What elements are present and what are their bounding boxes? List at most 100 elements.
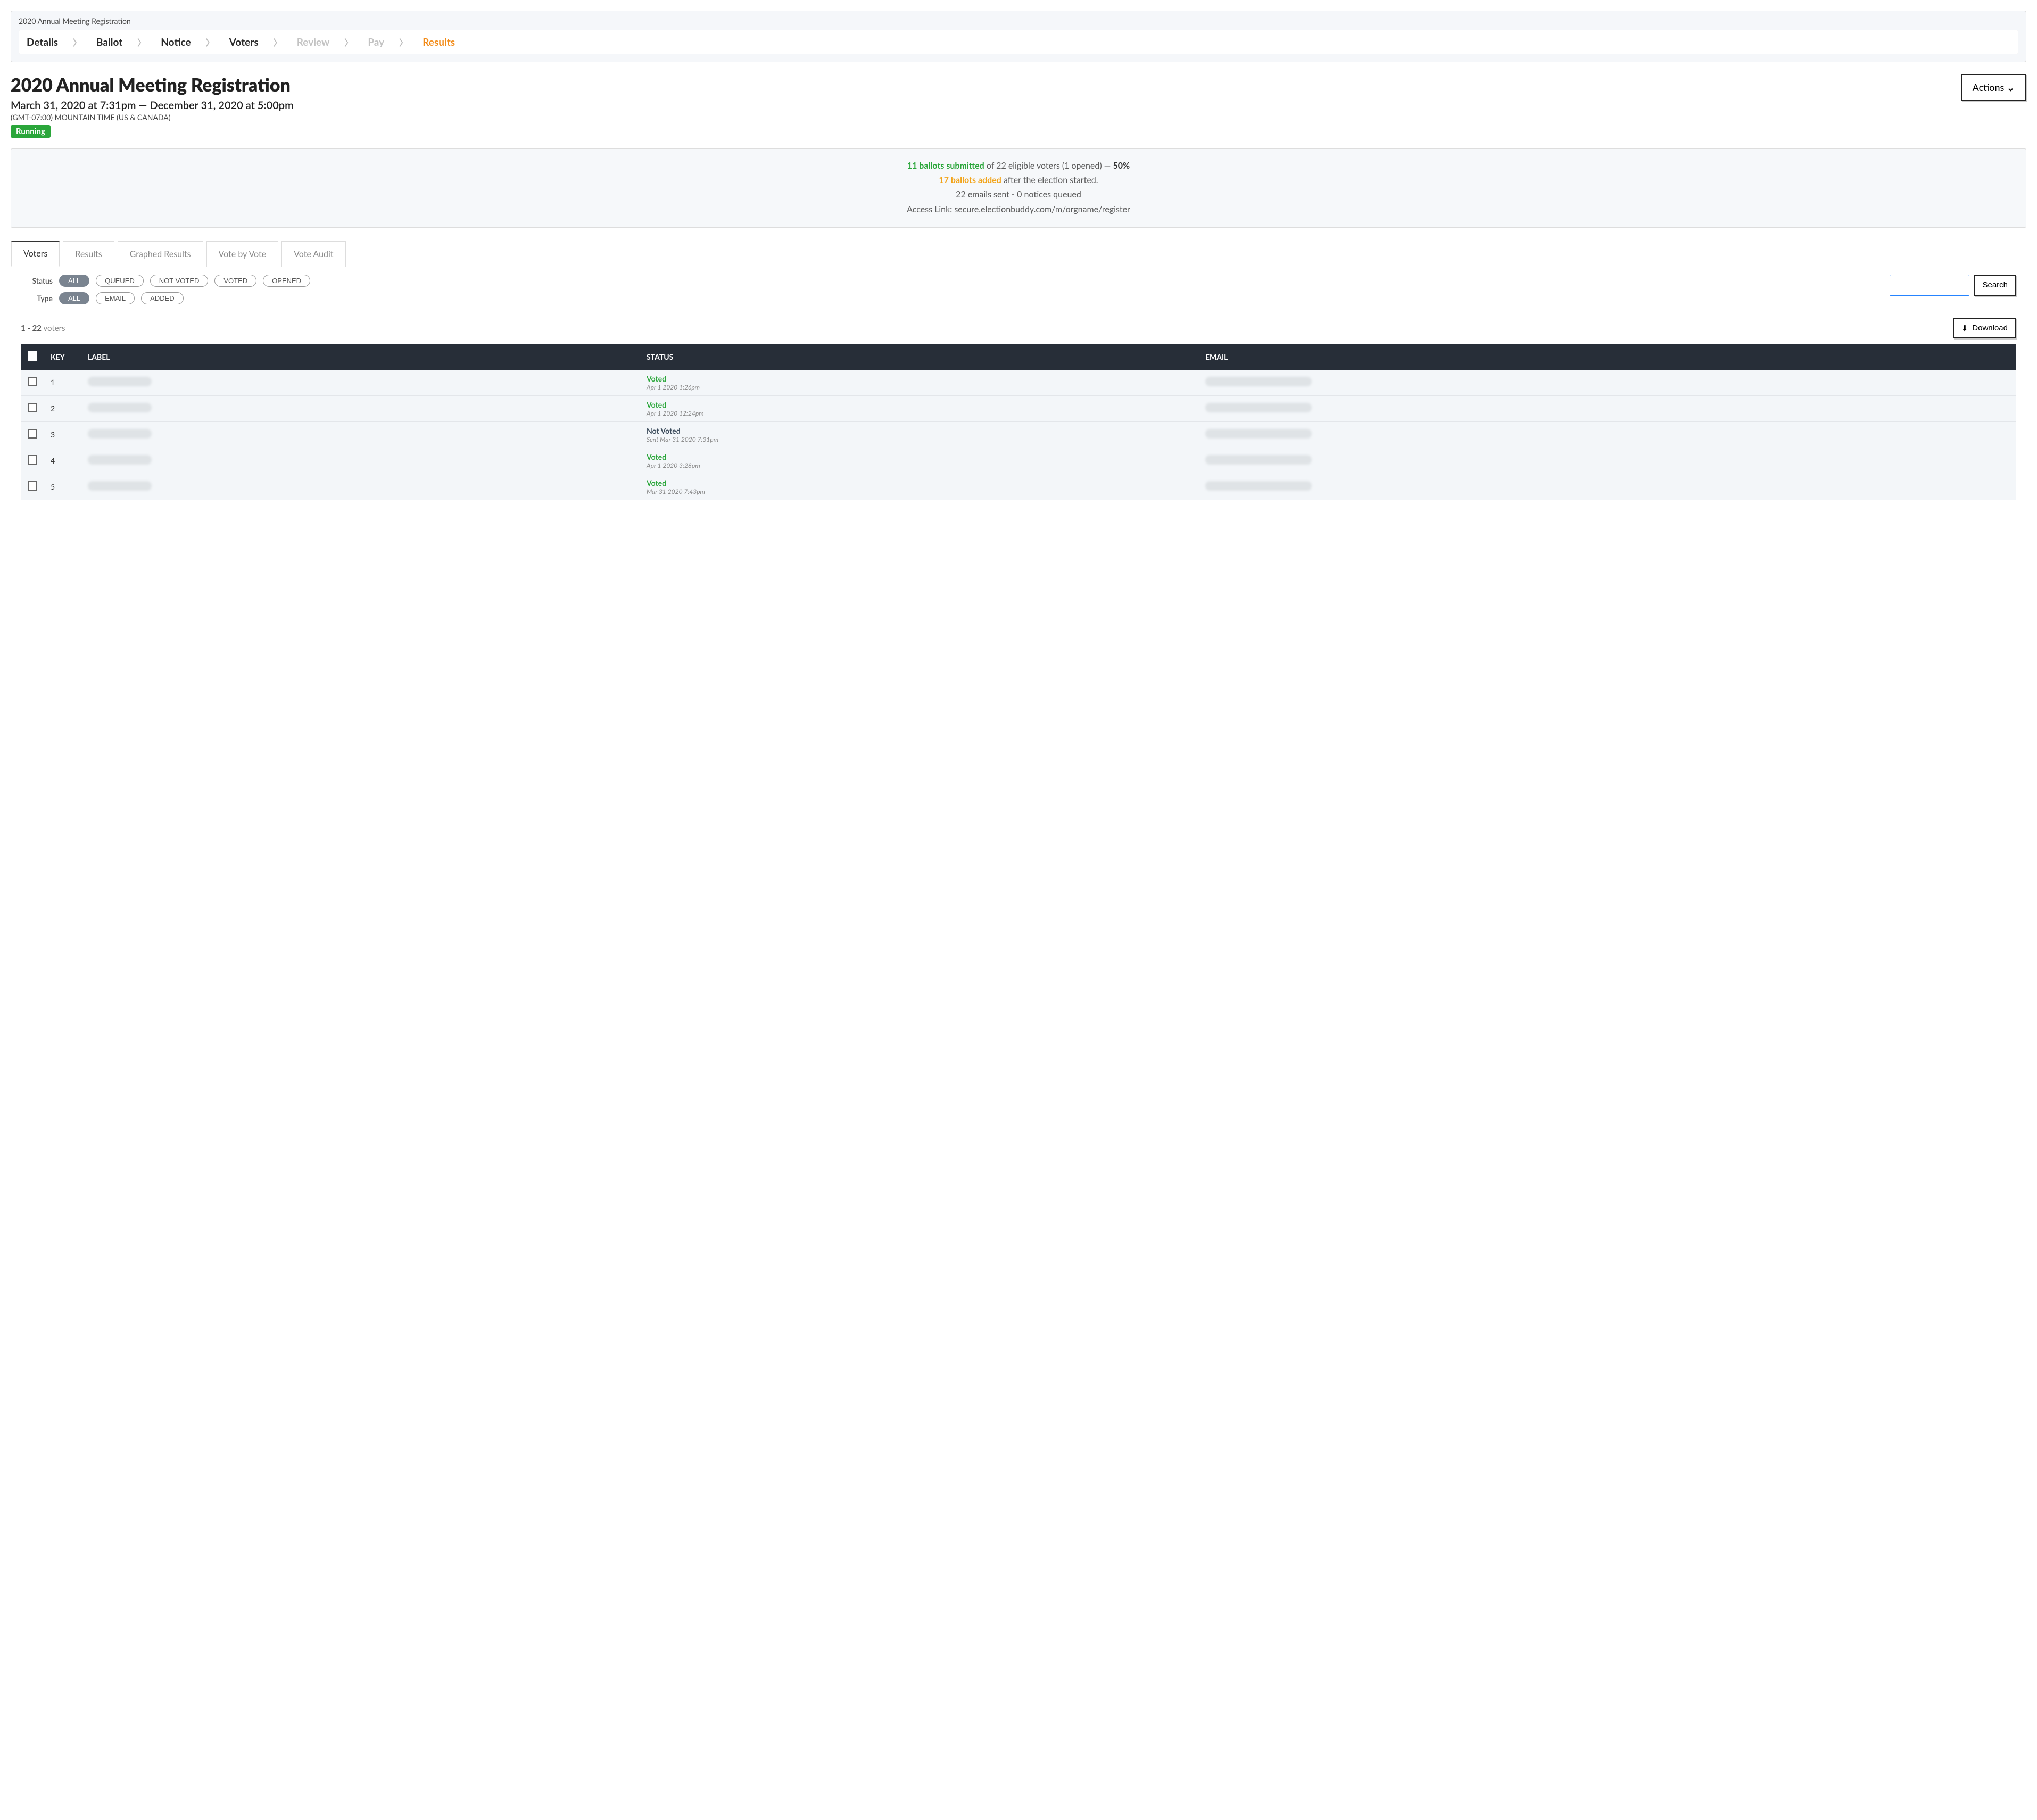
status-sub: Mar 31 2020 7:43pm bbox=[647, 487, 1193, 495]
actions-button[interactable]: Actions ⌄ bbox=[1961, 74, 2026, 101]
table-row: 5VotedMar 31 2020 7:43pm bbox=[21, 474, 2016, 500]
summary-link-url: secure.electionbuddy.com/m/orgname/regis… bbox=[954, 204, 1130, 214]
type-pill-email[interactable]: EMAIL bbox=[96, 292, 135, 304]
col-header-label: LABEL bbox=[81, 344, 640, 370]
timezone: (GMT-07:00) MOUNTAIN TIME (US & CANADA) bbox=[11, 113, 294, 122]
cell-status: VotedApr 1 2020 1:26pm bbox=[640, 370, 1199, 396]
select-all-checkbox[interactable] bbox=[28, 351, 37, 361]
step-bar: 2020 Annual Meeting Registration Details… bbox=[11, 11, 2026, 62]
chevron-right-icon: 〉 bbox=[344, 36, 353, 48]
col-header-email: EMAIL bbox=[1199, 344, 2016, 370]
summary-added-strong: 17 ballots added bbox=[939, 175, 1001, 185]
date-range: March 31, 2020 at 7:31pm — December 31, … bbox=[11, 99, 294, 112]
tabs-row: Voters Results Graphed Results Vote by V… bbox=[11, 241, 2026, 267]
summary-emails: 22 emails sent - 0 notices queued bbox=[22, 187, 2015, 202]
cell-status: Not VotedSent Mar 31 2020 7:31pm bbox=[640, 421, 1199, 448]
summary-eligible: of 22 eligible voters (1 opened) — bbox=[987, 161, 1113, 171]
row-checkbox[interactable] bbox=[28, 377, 37, 386]
status-pill-opened[interactable]: OPENED bbox=[263, 275, 310, 287]
chevron-right-icon: 〉 bbox=[73, 36, 81, 48]
filter-type-row: Type ALL EMAIL ADDED bbox=[21, 292, 2016, 304]
status-sub: Apr 1 2020 1:26pm bbox=[647, 383, 1193, 391]
redacted-label bbox=[88, 481, 152, 491]
download-button[interactable]: ⬇ Download bbox=[1953, 318, 2016, 338]
status-pill-not-voted[interactable]: NOT VOTED bbox=[150, 275, 209, 287]
page-header: 2020 Annual Meeting Registration March 3… bbox=[11, 74, 2026, 138]
redacted-email bbox=[1205, 403, 1312, 412]
cell-status: VotedMar 31 2020 7:43pm bbox=[640, 474, 1199, 500]
status-pill-all[interactable]: ALL bbox=[59, 275, 89, 287]
row-checkbox[interactable] bbox=[28, 455, 37, 465]
table-row: 4 VotedApr 1 2020 3:28pm bbox=[21, 448, 2016, 474]
tab-graphed-results[interactable]: Graphed Results bbox=[118, 241, 203, 267]
filter-status-row: Status ALL QUEUED NOT VOTED VOTED OPENED bbox=[21, 275, 2016, 287]
step-review: Review bbox=[297, 36, 330, 48]
cell-status: VotedApr 1 2020 12:24pm bbox=[640, 395, 1199, 421]
status-pill-voted[interactable]: VOTED bbox=[214, 275, 256, 287]
step-notice[interactable]: Notice bbox=[161, 36, 191, 48]
cell-label bbox=[81, 448, 640, 474]
status-badge: Running bbox=[11, 125, 51, 138]
row-checkbox[interactable] bbox=[28, 481, 37, 491]
tab-results[interactable]: Results bbox=[63, 241, 114, 267]
cell-label bbox=[81, 395, 640, 421]
status-text: Not Voted bbox=[647, 426, 1193, 435]
tab-voters[interactable]: Voters bbox=[11, 241, 60, 267]
status-sub: Apr 1 2020 3:28pm bbox=[647, 461, 1193, 469]
step-ballot[interactable]: Ballot bbox=[96, 36, 122, 48]
cell-label bbox=[81, 474, 640, 500]
redacted-email bbox=[1205, 429, 1312, 439]
cell-key: 4 bbox=[44, 448, 81, 474]
chevron-right-icon: 〉 bbox=[399, 36, 408, 48]
chevron-right-icon: 〉 bbox=[206, 36, 214, 48]
cell-label bbox=[81, 370, 640, 396]
row-checkbox[interactable] bbox=[28, 429, 37, 439]
cell-email bbox=[1199, 474, 2016, 500]
status-pill-queued[interactable]: QUEUED bbox=[96, 275, 144, 287]
tab-vote-by-vote[interactable]: Vote by Vote bbox=[206, 241, 279, 267]
cell-key: 2 bbox=[44, 395, 81, 421]
voter-count-range: 1 - 22 bbox=[21, 324, 42, 333]
cell-key: 1 bbox=[44, 370, 81, 396]
step-voters[interactable]: Voters bbox=[229, 36, 259, 48]
step-pay: Pay bbox=[368, 36, 384, 48]
redacted-label bbox=[88, 403, 152, 412]
tabs-body: Search Status ALL QUEUED NOT VOTED VOTED… bbox=[11, 267, 2026, 510]
step-bar-title: 2020 Annual Meeting Registration bbox=[19, 16, 2018, 26]
summary-box: 11 ballots submitted of 22 eligible vote… bbox=[11, 148, 2026, 228]
cell-label bbox=[81, 421, 640, 448]
cell-key: 3 bbox=[44, 421, 81, 448]
step-results[interactable]: Results bbox=[423, 36, 455, 48]
steps-row: Details 〉 Ballot 〉 Notice 〉 Voters 〉 Rev… bbox=[19, 30, 2018, 54]
summary-percent: 50% bbox=[1113, 161, 1130, 171]
step-details[interactable]: Details bbox=[27, 36, 58, 48]
search-area: Search bbox=[1890, 275, 2016, 296]
actions-button-label: Actions bbox=[1973, 81, 2005, 93]
status-sub: Apr 1 2020 12:24pm bbox=[647, 409, 1193, 417]
redacted-email bbox=[1205, 455, 1312, 465]
tab-vote-audit[interactable]: Vote Audit bbox=[281, 241, 345, 267]
status-sub: Sent Mar 31 2020 7:31pm bbox=[647, 435, 1193, 443]
status-text: Voted bbox=[647, 452, 1193, 461]
table-row: 1 VotedApr 1 2020 1:26pm bbox=[21, 370, 2016, 396]
status-text: Voted bbox=[647, 478, 1193, 487]
chevron-right-icon: 〉 bbox=[137, 36, 146, 48]
cell-email bbox=[1199, 448, 2016, 474]
voter-count-word: voters bbox=[43, 324, 65, 333]
search-button[interactable]: Search bbox=[1974, 275, 2016, 296]
row-checkbox[interactable] bbox=[28, 403, 37, 412]
type-pill-added[interactable]: ADDED bbox=[141, 292, 184, 304]
status-text: Voted bbox=[647, 400, 1193, 409]
search-input[interactable] bbox=[1890, 275, 1969, 296]
status-text: Voted bbox=[647, 374, 1193, 383]
redacted-label bbox=[88, 377, 152, 386]
table-row: 3 Not VotedSent Mar 31 2020 7:31pm bbox=[21, 421, 2016, 448]
col-header-key: KEY bbox=[44, 344, 81, 370]
type-pill-all[interactable]: ALL bbox=[59, 292, 89, 304]
table-row: 2 VotedApr 1 2020 12:24pm bbox=[21, 395, 2016, 421]
summary-added-rest: after the election started. bbox=[1004, 175, 1098, 185]
redacted-email bbox=[1205, 481, 1312, 491]
chevron-down-icon: ⌄ bbox=[2007, 81, 2015, 93]
redacted-label bbox=[88, 455, 152, 465]
summary-submitted: 11 ballots submitted bbox=[907, 161, 984, 171]
